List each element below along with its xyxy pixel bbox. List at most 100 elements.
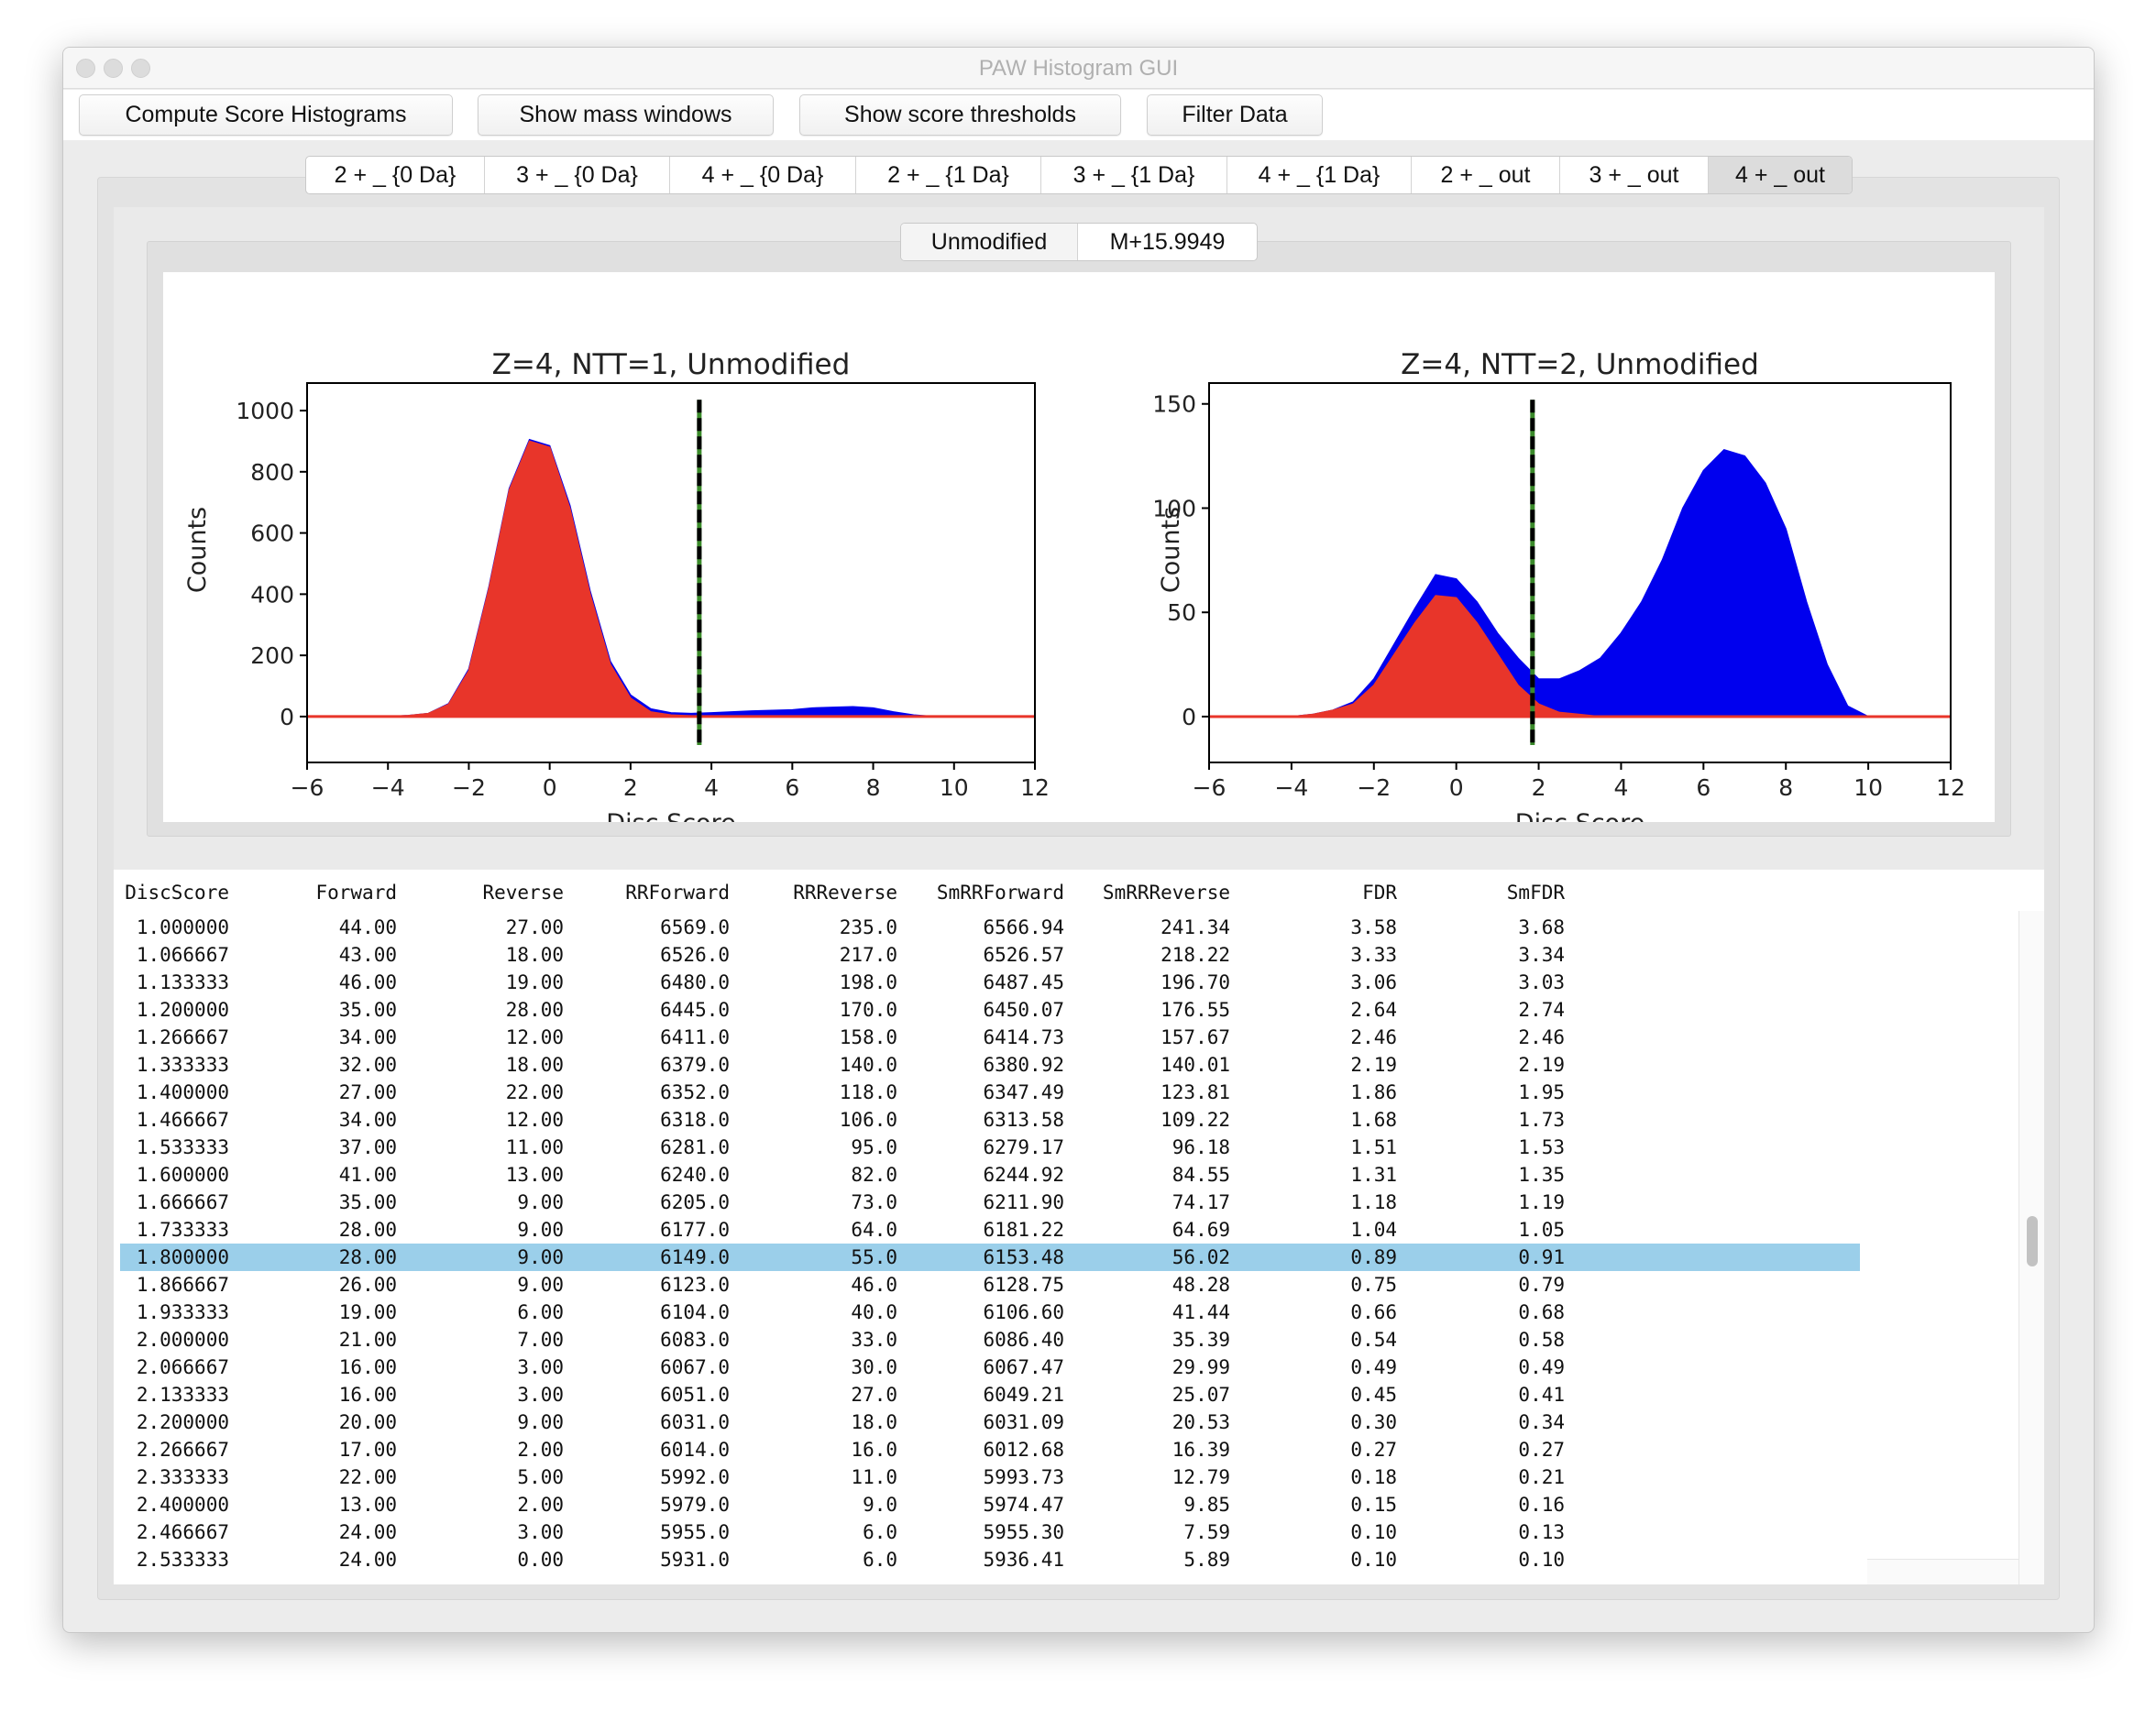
cell-rrreverse: 27.0 <box>851 1384 897 1406</box>
zoom-window-button[interactable] <box>131 59 150 78</box>
cell-smfdr: 0.21 <box>1518 1466 1565 1488</box>
cell-smrrforward: 6106.60 <box>983 1301 1064 1323</box>
tab-unmodified[interactable]: Unmodified <box>901 224 1078 260</box>
table-row[interactable]: 1.866667 26.00 9.00 6123.0 46.0 6128.75 48.28 0… <box>120 1271 1860 1299</box>
cell-smfdr: 3.68 <box>1518 916 1565 938</box>
table-row[interactable]: 1.933333 19.00 6.00 6104.0 40.0 6106.60 41.44 0… <box>120 1299 1860 1326</box>
cell-reverse: 28.00 <box>505 999 564 1021</box>
x-tick-label: 4 <box>704 774 719 801</box>
tab-4-0da[interactable]: 4 + _ {0 Da} <box>670 157 856 193</box>
table-row[interactable]: 1.466667 34.00 12.00 6318.0 106.0 6313.58 109.… <box>120 1106 1860 1134</box>
cell-forward: 27.00 <box>338 1081 397 1103</box>
cell-fdr: 0.10 <box>1350 1549 1397 1571</box>
table-row[interactable]: 1.400000 27.00 22.00 6352.0 118.0 6347.49 123.… <box>120 1079 1860 1106</box>
tab-3-out[interactable]: 3 + _ out <box>1560 157 1709 193</box>
tab-3-1da[interactable]: 3 + _ {1 Da} <box>1041 157 1227 193</box>
tab-2-out[interactable]: 2 + _ out <box>1412 157 1560 193</box>
minimize-window-button[interactable] <box>104 59 123 78</box>
x-axis-label: Disc Score <box>1515 809 1644 822</box>
show-mass-windows-button[interactable]: Show mass windows <box>478 94 774 136</box>
cell-smfdr: 1.73 <box>1518 1109 1565 1131</box>
table-row[interactable]: 1.133333 46.00 19.00 6480.0 198.0 6487.45 196.… <box>120 969 1860 996</box>
cell-forward: 24.00 <box>338 1549 397 1571</box>
cell-forward: 16.00 <box>338 1356 397 1378</box>
cell-rrforward: 6031.0 <box>660 1411 730 1433</box>
cell-smfdr: 1.05 <box>1518 1219 1565 1241</box>
cell-forward: 26.00 <box>338 1274 397 1296</box>
table-header[interactable]: DiscScore Forward Reverse RRForward RRRevers… <box>120 879 1860 906</box>
cell-smrrreverse: 218.22 <box>1160 944 1230 966</box>
cell-discscore: 2.333333 <box>136 1466 229 1488</box>
x-tick-label: −4 <box>1274 774 1308 801</box>
tab-m-15-9949[interactable]: M+15.9949 <box>1078 224 1257 260</box>
y-tick-label: 600 <box>250 521 294 547</box>
cell-smrrforward: 6313.58 <box>983 1109 1064 1131</box>
cell-smfdr: 1.95 <box>1518 1081 1565 1103</box>
table-row[interactable]: 1.200000 35.00 28.00 6445.0 170.0 6450.07 176.… <box>120 996 1860 1024</box>
table-row[interactable]: 1.266667 34.00 12.00 6411.0 158.0 6414.73 157.… <box>120 1024 1860 1051</box>
cell-discscore: 1.866667 <box>136 1274 229 1296</box>
table-row[interactable]: 2.466667 24.00 3.00 5955.0 6.0 5955.30 7.59 0.1… <box>120 1518 1860 1546</box>
cell-smfdr: 1.53 <box>1518 1136 1565 1158</box>
cell-rrforward: 5979.0 <box>660 1494 730 1516</box>
tab-2-0da[interactable]: 2 + _ {0 Da} <box>306 157 485 193</box>
cell-rrreverse: 30.0 <box>851 1356 897 1378</box>
cell-rrforward: 6123.0 <box>660 1274 730 1296</box>
table-row[interactable]: 2.333333 22.00 5.00 5992.0 11.0 5993.73 12.79 0… <box>120 1463 1860 1491</box>
compute-score-histograms-button[interactable]: Compute Score Histograms <box>79 94 453 136</box>
table-row[interactable]: 2.533333 24.00 0.00 5931.0 6.0 5936.41 5.89 0.1… <box>120 1546 1860 1573</box>
table-row[interactable]: 1.600000 41.00 13.00 6240.0 82.0 6244.92 84.55… <box>120 1161 1860 1189</box>
cell-rrreverse: 235.0 <box>839 916 897 938</box>
cell-smrrforward: 5936.41 <box>983 1549 1064 1571</box>
cell-smrrreverse: 176.55 <box>1160 999 1230 1021</box>
title-bar: PAW Histogram GUI <box>63 48 2094 89</box>
cell-discscore: 2.066667 <box>136 1356 229 1378</box>
cell-reverse: 5.00 <box>517 1466 564 1488</box>
cell-discscore: 1.133333 <box>136 971 229 993</box>
cell-fdr: 0.54 <box>1350 1329 1397 1351</box>
score-table: DiscScore Forward Reverse RRForward RRRevers… <box>114 870 2044 1584</box>
table-row[interactable]: 1.333333 32.00 18.00 6379.0 140.0 6380.92 140.… <box>120 1051 1860 1079</box>
y-tick-label: 1000 <box>236 398 294 424</box>
cell-rrforward: 6318.0 <box>660 1109 730 1131</box>
table-row[interactable]: 2.000000 21.00 7.00 6083.0 33.0 6086.40 35.39 0… <box>120 1326 1860 1354</box>
table-row[interactable]: 1.533333 37.00 11.00 6281.0 95.0 6279.17 96.18… <box>120 1134 1860 1161</box>
cell-smfdr: 3.03 <box>1518 971 1565 993</box>
tab-3-0da[interactable]: 3 + _ {0 Da} <box>485 157 670 193</box>
toolbar: Compute Score Histograms Show mass windo… <box>63 90 2094 140</box>
scrollbar-thumb[interactable] <box>2027 1216 2038 1266</box>
forward-histogram <box>1291 448 1869 718</box>
cell-smfdr: 0.41 <box>1518 1384 1565 1406</box>
table-row[interactable]: 1.666667 35.00 9.00 6205.0 73.0 6211.90 74.17 1… <box>120 1189 1860 1216</box>
cell-rrforward: 6480.0 <box>660 971 730 993</box>
show-score-thresholds-button[interactable]: Show score thresholds <box>799 94 1121 136</box>
table-row[interactable]: 2.133333 16.00 3.00 6051.0 27.0 6049.21 25.07 0… <box>120 1381 1860 1409</box>
table-row[interactable]: 1.733333 28.00 9.00 6177.0 64.0 6181.22 64.69 1… <box>120 1216 1860 1244</box>
table-row[interactable]: 2.266667 17.00 2.00 6014.0 16.0 6012.68 16.39 0… <box>120 1436 1860 1463</box>
table-row[interactable]: 2.066667 16.00 3.00 6067.0 30.0 6067.47 29.99 0… <box>120 1354 1860 1381</box>
cell-rrreverse: 9.0 <box>863 1494 897 1516</box>
vertical-scrollbar[interactable] <box>2018 911 2044 1584</box>
cell-fdr: 0.75 <box>1350 1274 1397 1296</box>
cell-discscore: 1.400000 <box>136 1081 229 1103</box>
close-window-button[interactable] <box>76 59 95 78</box>
tab-2-1da[interactable]: 2 + _ {1 Da} <box>856 157 1041 193</box>
cell-rrforward: 6240.0 <box>660 1164 730 1186</box>
table-row[interactable]: 2.400000 13.00 2.00 5979.0 9.0 5974.47 9.85 0.1… <box>120 1491 1860 1518</box>
cell-reverse: 0.00 <box>517 1549 564 1571</box>
tab-4-out[interactable]: 4 + _ out <box>1709 157 1852 193</box>
cell-smfdr: 2.46 <box>1518 1026 1565 1048</box>
filter-data-button[interactable]: Filter Data <box>1147 94 1323 136</box>
x-tick-label: 8 <box>1778 774 1793 801</box>
cell-reverse: 3.00 <box>517 1384 564 1406</box>
cell-fdr: 0.49 <box>1350 1356 1397 1378</box>
cell-discscore: DiscScore <box>125 882 229 904</box>
x-tick-label: −2 <box>1357 774 1391 801</box>
table-row[interactable]: 1.066667 43.00 18.00 6526.0 217.0 6526.57 218.… <box>120 941 1860 969</box>
table-row[interactable]: 1.000000 44.00 27.00 6569.0 235.0 6566.94 241.… <box>120 914 1860 941</box>
cell-fdr: 0.45 <box>1350 1384 1397 1406</box>
cell-smrrforward: 6067.47 <box>983 1356 1064 1378</box>
table-row[interactable]: 2.200000 20.00 9.00 6031.0 18.0 6031.09 20.53 0… <box>120 1409 1860 1436</box>
table-row[interactable]: 1.800000 28.00 9.00 6149.0 55.0 6153.48 56.02 0… <box>120 1244 1860 1271</box>
tab-4-1da[interactable]: 4 + _ {1 Da} <box>1227 157 1412 193</box>
